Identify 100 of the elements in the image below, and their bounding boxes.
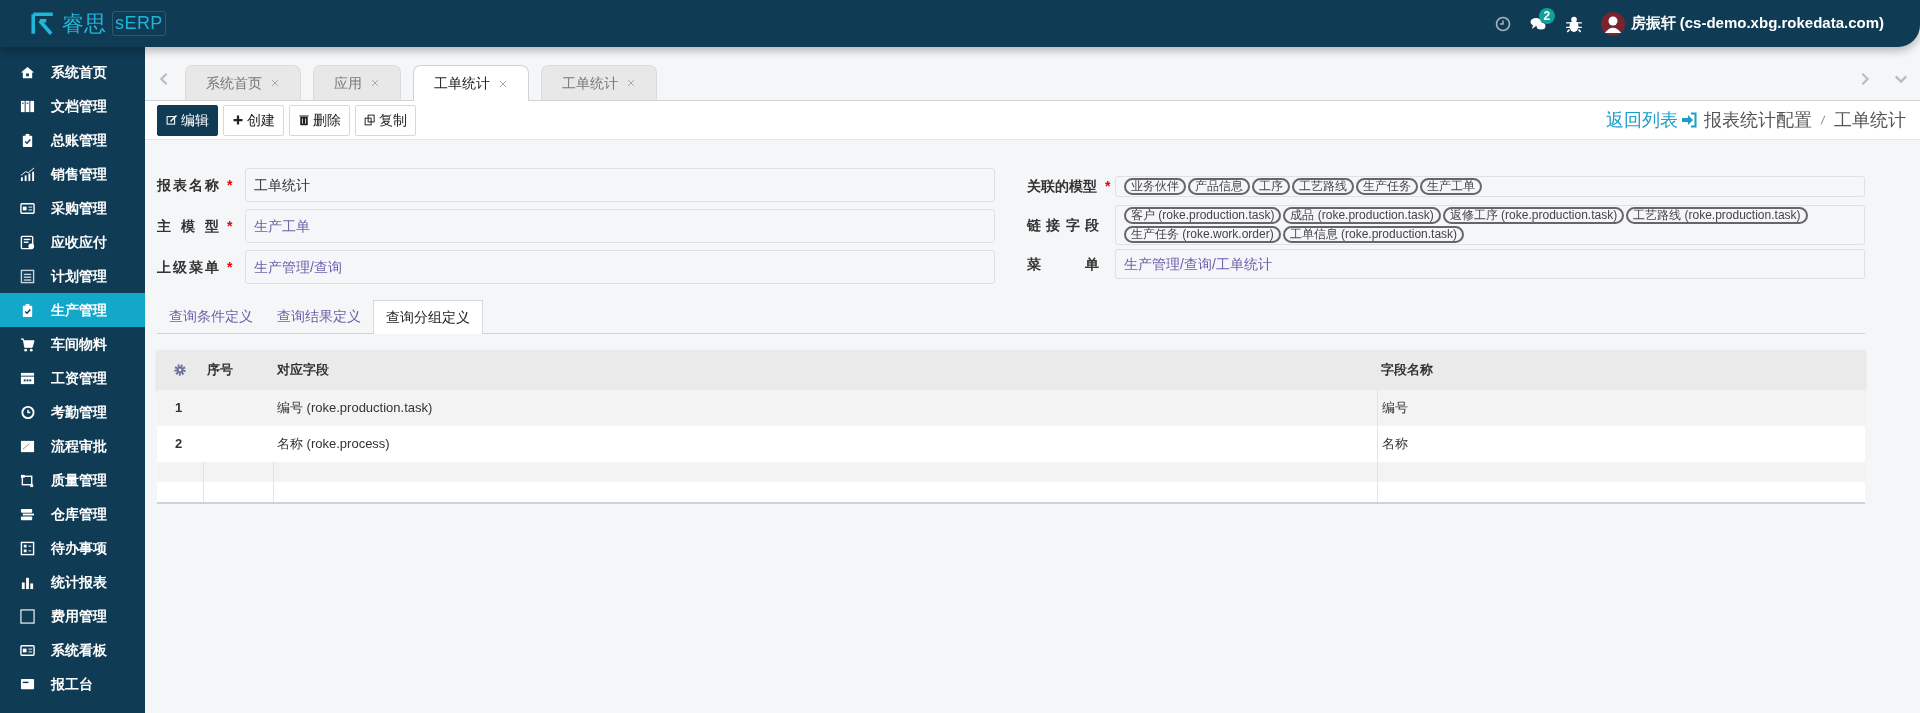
logo-text: 睿思 [62, 12, 106, 35]
table-cell-text: 2 [174, 435, 184, 454]
tag: 工序 [1252, 177, 1290, 195]
sidebar-item[interactable]: 车间物料 [0, 327, 145, 361]
sidebar-item[interactable]: 销售管理 [0, 157, 145, 191]
tab[interactable]: 工单统计 [413, 65, 529, 101]
tag: 生产任务 (roke.work.order) [1124, 226, 1281, 243]
card-icon [20, 642, 35, 658]
input-field[interactable]: 生产工单 [245, 209, 995, 243]
sidebar-item[interactable]: 流程审批 [0, 429, 145, 463]
table-row[interactable]: 2 名称 (roke.process) 名称 [157, 426, 1865, 462]
checklist-icon [20, 540, 35, 556]
close-icon [626, 78, 636, 88]
tab[interactable]: 查询分组定义 [373, 300, 483, 334]
field-label: 链接字段 [1027, 215, 1099, 235]
monitor-icon [20, 676, 35, 692]
notification-badge: 2 [1538, 7, 1556, 24]
tag: 成品 (roke.production.task) [1283, 207, 1441, 224]
document-icon [20, 234, 35, 250]
input-field[interactable]: 生产管理/查询/工单统计 [1115, 249, 1865, 279]
sidebar-item[interactable]: 计划管理 [0, 259, 145, 293]
field-label: 关联的模型 [1027, 176, 1097, 196]
sidebar-item[interactable]: 应收应付 [0, 225, 145, 259]
tab[interactable]: 应用 [313, 65, 401, 100]
tag: 产品信息 [1188, 177, 1250, 195]
tab[interactable]: 查询结果定义 [265, 300, 373, 333]
column-header: 对应字段 [276, 361, 330, 380]
sign-in-icon [1680, 112, 1698, 128]
tag: 工艺路线 [1292, 177, 1354, 195]
calendar-icon [20, 370, 35, 386]
sidebar-item[interactable]: 费用管理 [0, 599, 145, 633]
sidebar-item[interactable]: 总账管理 [0, 123, 145, 157]
field-label: 菜单 [1027, 254, 1099, 274]
sidebar-item[interactable]: 报工台 [0, 667, 145, 701]
tags-field[interactable]: 业务伙伴 产品信息 工序 工艺路线 生产任务 生产工单 [1115, 175, 1865, 197]
image-icon [20, 438, 35, 454]
edit-button[interactable]: 编辑 [157, 104, 218, 136]
input-field[interactable]: 生产管理/查询 [245, 250, 995, 284]
breadcrumb-item[interactable]: 报表统计配置 [1704, 106, 1812, 134]
close-icon [270, 78, 280, 88]
column-header: 序号 [206, 361, 234, 380]
tag: 生产任务 [1356, 177, 1418, 195]
required-mark: * [227, 175, 233, 195]
avatar-icon [1600, 11, 1625, 36]
close-icon [498, 78, 508, 89]
copy-button[interactable]: 复制 [355, 104, 416, 136]
tag: 生产工单 [1420, 177, 1482, 195]
tab[interactable]: 系统首页 [185, 65, 301, 100]
tab[interactable]: 查询条件定义 [157, 300, 265, 333]
table-cell-text: 名称 (roke.process) [276, 435, 391, 454]
edit-icon [166, 114, 178, 126]
sidebar-item[interactable]: 质量管理 [0, 463, 145, 497]
copy-icon [364, 114, 376, 126]
table-cell-text: 编号 (roke.production.task) [276, 399, 434, 418]
delete-button[interactable]: 删除 [289, 104, 350, 136]
tags-field[interactable]: 客户 (roke.production.task) 成品 (roke.production.task) 返修工序 (roke.production.task) 工艺路线 (roke.production.task) 生产任务 (roke.work.order) 工单信息 (roke.production.task) [1115, 205, 1865, 245]
input-field[interactable]: 工单统计 [245, 168, 995, 202]
sidebar-item[interactable]: 文档管理 [0, 89, 145, 123]
table-cell-text: 1 [174, 399, 184, 418]
required-mark: * [1105, 176, 1111, 196]
clipboard-icon [20, 132, 35, 148]
tag: 工艺路线 (roke.production.task) [1626, 207, 1808, 224]
list-icon [20, 268, 35, 284]
close-icon [370, 78, 380, 88]
required-mark: * [227, 216, 233, 236]
sidebar-item[interactable]: 采购管理 [0, 191, 145, 225]
tag: 客户 (roke.production.task) [1124, 207, 1282, 224]
box-icon [20, 472, 35, 488]
square-icon [20, 608, 35, 624]
tag: 工单信息 (roke.production.task) [1282, 226, 1465, 243]
column-header: 字段名称 [1380, 361, 1434, 380]
field-label: 主模型 [157, 216, 219, 236]
sidebar-item[interactable]: 工资管理 [0, 361, 145, 395]
tab[interactable]: 工单统计 [541, 65, 657, 100]
create-button[interactable]: 创建 [223, 104, 284, 136]
card-icon [20, 200, 35, 216]
sidebar-item[interactable]: 系统看板 [0, 633, 145, 667]
logo-icon [30, 10, 56, 37]
user-name[interactable]: 房振轩 (cs-demo.xbg.rokedata.com) [1630, 12, 1884, 35]
home-icon [20, 64, 35, 80]
cart-icon [20, 336, 35, 352]
sidebar-item[interactable]: 系统首页 [0, 55, 145, 89]
sidebar-item[interactable]: 仓库管理 [0, 497, 145, 531]
clock-icon [1494, 15, 1511, 32]
table-row[interactable]: 1 编号 (roke.production.task) 编号 [157, 390, 1865, 426]
breadcrumb-item: 工单统计 [1834, 108, 1906, 132]
plus-icon [232, 114, 244, 126]
tag: 业务伙伴 [1124, 177, 1186, 195]
sidebar-item[interactable]: 考勤管理 [0, 395, 145, 429]
clipboard-icon [20, 302, 35, 318]
bug-icon [1564, 14, 1583, 33]
clock-icon [20, 404, 35, 420]
trash-icon [298, 114, 310, 126]
sidebar-item[interactable]: 待办事项 [0, 531, 145, 565]
sidebar-item[interactable]: 统计报表 [0, 565, 145, 599]
tag: 返修工序 (roke.production.task) [1442, 207, 1625, 224]
server-icon [20, 506, 35, 522]
books-icon [20, 98, 35, 114]
logo-badge: sERP [112, 11, 166, 36]
field-label: 报表名称 [157, 175, 219, 195]
